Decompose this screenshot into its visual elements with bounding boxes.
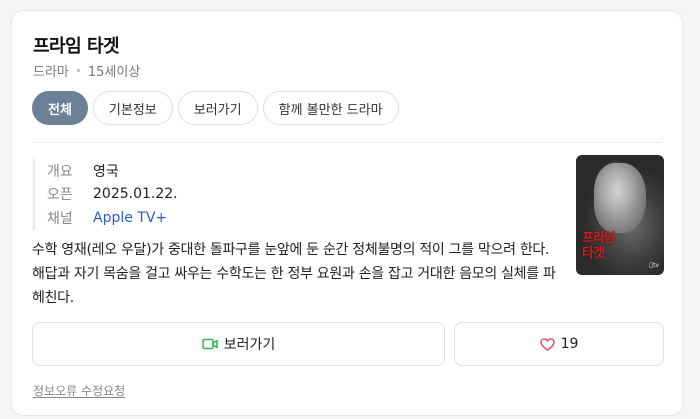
overview-key: 개요	[47, 163, 73, 180]
open-key: 오픈	[47, 187, 73, 204]
divider	[32, 142, 662, 143]
like-button[interactable]: 19	[454, 322, 664, 366]
poster-face-graphic	[594, 163, 646, 233]
report-error-link[interactable]: 정보오류 수정요청	[33, 382, 125, 399]
watch-button[interactable]: 보러가기	[32, 322, 445, 366]
channel-key: 채널	[47, 210, 73, 227]
tab-basic-info[interactable]: 기본정보	[92, 91, 173, 125]
age-rating-label: 15세이상	[87, 65, 141, 80]
info-row-overview: 개요 영국	[47, 159, 178, 183]
like-count: 19	[560, 336, 579, 352]
drama-meta: 드라마 15세이상	[33, 61, 140, 80]
tab-bar: 전체 기본정보 보러가기 함께 볼만한 드라마	[32, 91, 399, 125]
info-row-open: 오픈 2025.01.22.	[47, 183, 178, 207]
poster-title-line1: 프라임	[582, 231, 616, 246]
video-camera-icon	[201, 338, 218, 350]
poster-title: 프라임 타겟	[582, 231, 616, 261]
separator-dot	[76, 69, 80, 72]
tab-watch[interactable]: 보러가기	[177, 91, 258, 125]
poster-title-line2: 타겟	[582, 246, 605, 261]
tab-similar-dramas[interactable]: 함께 볼만한 드라마	[262, 91, 399, 125]
info-row-channel: 채널 Apple TV+	[47, 206, 178, 230]
synopsis: 수학 영재(레오 우달)가 중대한 돌파구를 눈앞에 둔 순간 정체불명의 적이…	[32, 242, 556, 306]
poster-image[interactable]: 프라임 타겟 tv	[576, 155, 664, 275]
apple-tv-logo-icon: tv	[649, 262, 659, 269]
genre-label: 드라마	[33, 65, 69, 80]
channel-link[interactable]: Apple TV+	[93, 210, 167, 226]
drama-info-card: 프라임 타겟 드라마 15세이상 전체 기본정보 보러가기 함께 볼만한 드라마…	[11, 10, 683, 416]
overview-value: 영국	[93, 163, 119, 180]
drama-title[interactable]: 프라임 타겟	[33, 32, 120, 58]
watch-button-label: 보러가기	[223, 337, 276, 353]
open-value: 2025.01.22.	[93, 186, 178, 203]
heart-icon	[539, 337, 555, 351]
tab-all[interactable]: 전체	[32, 91, 88, 125]
info-list: 개요 영국 오픈 2025.01.22. 채널 Apple TV+	[33, 159, 178, 230]
